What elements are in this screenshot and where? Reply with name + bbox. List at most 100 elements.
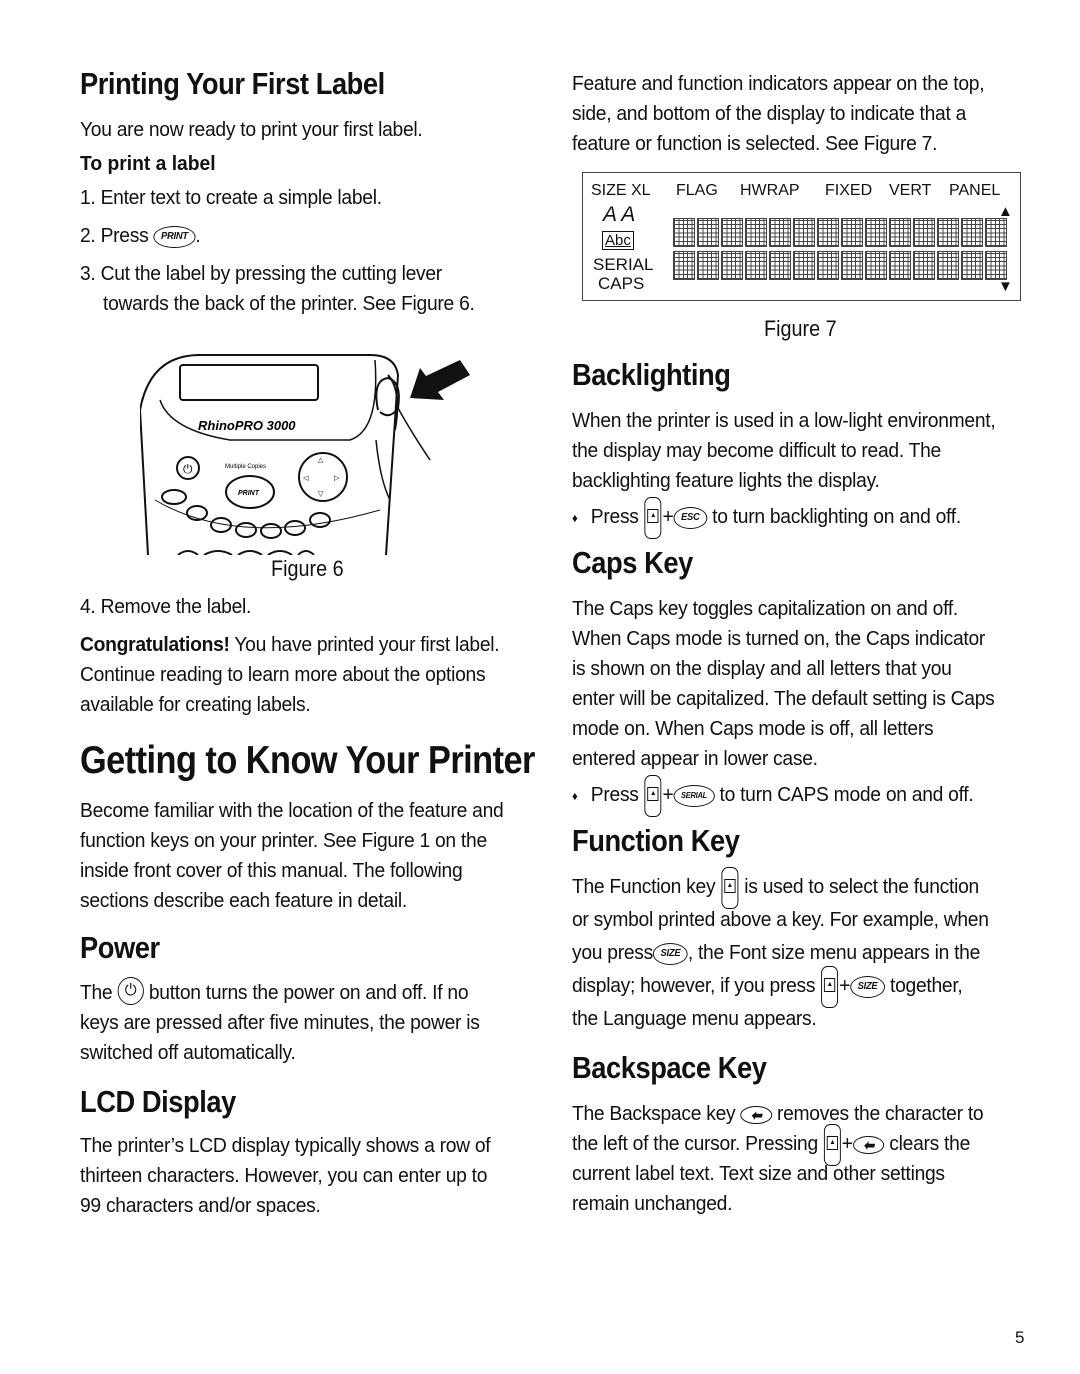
lcd-char-cell — [889, 251, 911, 280]
size-key-icon: SIZE — [850, 975, 885, 998]
lcd-indicator-panel: PANEL — [949, 182, 1001, 199]
lcd-char-cell — [961, 251, 983, 280]
backspace-line-3: current label text. Text size and other … — [572, 1162, 945, 1185]
caps-bullet-text: to turn CAPS mode on and off. — [719, 783, 974, 806]
function-key-heading: Function Key — [572, 823, 740, 858]
printing-heading: Printing Your First Label — [80, 66, 385, 101]
function-key-icon — [644, 496, 662, 539]
figure-6-caption: Figure 6 — [271, 556, 344, 581]
print-key-icon: PRINT — [153, 225, 196, 248]
backspace-line-1: The Backspace key ⬅ removes the characte… — [572, 1099, 984, 1129]
lcd-char-cell — [841, 218, 863, 247]
lcd-char-row-1 — [673, 218, 1007, 247]
power-line-2: keys are pressed after five minutes, the… — [80, 1011, 480, 1034]
caps-line-4: enter will be capitalized. The default s… — [572, 687, 995, 710]
scroll-down-arrow-icon: ▼ — [998, 278, 1013, 295]
lcd-indicator-flag: FLAG — [676, 182, 718, 199]
size-key-icon: SIZE — [653, 942, 688, 965]
step-2-period: . — [195, 224, 201, 247]
caps-line-5: mode on. When Caps mode is off, all lett… — [572, 717, 934, 740]
backspace-text-a: the left of the cursor. Pressing — [572, 1132, 818, 1155]
congrats-bold: Congratulations! — [80, 633, 230, 656]
figure-6-printer-illustration: RhinoPRO 3000 ⏻ Multiple Copies PRINT △ … — [140, 354, 470, 555]
getting-line-2: function keys on your printer. See Figur… — [80, 829, 487, 852]
lcd-indicator-size-xl: SIZE XL — [591, 182, 651, 199]
lcd-char-cell — [913, 251, 935, 280]
congrats-line-2: Continue reading to learn more about the… — [80, 663, 486, 686]
lcd-char-cell — [985, 251, 1007, 280]
indicators-line-3: feature or function is selected. See Fig… — [572, 132, 938, 155]
lcd-line-3: 99 characters and/or spaces. — [80, 1194, 321, 1217]
lcd-char-cell — [697, 218, 719, 247]
lcd-char-cell — [865, 251, 887, 280]
congrats-line-1: Congratulations! You have printed your f… — [80, 630, 500, 660]
lcd-display-heading: LCD Display — [80, 1084, 236, 1119]
nav-right: ▷ — [334, 475, 340, 482]
nav-left: ◁ — [303, 475, 309, 482]
function-text-a: you press — [572, 941, 654, 964]
lcd-char-cell — [769, 251, 791, 280]
lcd-char-cell — [985, 218, 1007, 247]
step-1: 1. Enter text to create a simple label. — [80, 186, 382, 209]
lcd-char-row-2 — [673, 251, 1007, 280]
function-text-b: , the Font size menu appears in the — [687, 941, 981, 964]
indicators-line-2: side, and bottom of the display to indic… — [572, 102, 967, 125]
page-number: 5 — [1015, 1328, 1025, 1347]
power-heading: Power — [80, 930, 160, 965]
backlighting-bullet-text: to turn backlighting on and off. — [712, 505, 961, 528]
step-2: 2. Press PRINT. — [80, 221, 201, 251]
lcd-char-cell — [793, 218, 815, 247]
power-line-3: switched off automatically. — [80, 1041, 296, 1064]
backlighting-heading: Backlighting — [572, 357, 731, 392]
lcd-char-cell — [697, 251, 719, 280]
step-2-text: 2. Press — [80, 224, 149, 247]
lcd-char-cell — [961, 218, 983, 247]
arrow-icon — [410, 360, 470, 400]
congrats-text: You have printed your first label. — [229, 633, 500, 656]
backspace-text-a: The Backspace key — [572, 1102, 736, 1125]
lcd-line-2: thirteen characters. However, you can en… — [80, 1164, 488, 1187]
bullet-diamond-icon: ♦ — [572, 788, 578, 803]
step-3-cont: towards the back of the printer. See Fig… — [103, 292, 475, 315]
lcd-char-cell — [817, 218, 839, 247]
function-text-a: The Function key — [572, 875, 716, 898]
lcd-char-cell — [889, 218, 911, 247]
step-4: 4. Remove the label. — [80, 595, 252, 618]
figure-7-lcd-display: SIZE XL FLAG HWRAP FIXED VERT PANEL A A … — [582, 172, 1021, 301]
function-line-3: you press SIZE, the Font size menu appear… — [572, 938, 980, 968]
caps-line-2: When Caps mode is turned on, the Caps in… — [572, 627, 986, 650]
power-text-b: button turns the power on and off. If no — [148, 981, 469, 1004]
lcd-char-cell — [937, 251, 959, 280]
bullet-diamond-icon: ♦ — [572, 510, 578, 525]
backlighting-line-3: backlighting feature lights the display. — [572, 469, 880, 492]
lcd-line-1: The printer’s LCD display typically show… — [80, 1134, 491, 1157]
getting-line-4: sections describe each feature in detail… — [80, 889, 407, 912]
function-text-b: is used to select the function — [744, 875, 979, 898]
lcd-char-cell — [793, 251, 815, 280]
backlighting-bullet: ♦Press +ESC to turn backlighting on and … — [572, 496, 961, 539]
lcd-indicator-caps: CAPS — [598, 274, 645, 293]
function-key-icon — [721, 866, 739, 909]
backspace-text-b: removes the character to — [776, 1102, 984, 1125]
caps-line-3: is shown on the display and all letters … — [572, 657, 952, 680]
function-line-1: The Function key is used to select the f… — [572, 866, 979, 909]
nav-down: ▽ — [318, 491, 324, 498]
esc-key-icon: ESC — [673, 506, 708, 529]
backlighting-line-1: When the printer is used in a low-light … — [572, 409, 996, 432]
power-text-a: The — [80, 981, 113, 1004]
function-text-b: together, — [889, 974, 963, 997]
function-line-5: the Language menu appears. — [572, 1007, 817, 1030]
function-text-a: display; however, if you press — [572, 974, 816, 997]
power-glyph: ⏻ — [183, 462, 193, 476]
caps-bullet: ♦Press +SERIAL to turn CAPS mode on and … — [572, 774, 974, 817]
getting-to-know-heading: Getting to Know Your Printer — [80, 739, 535, 782]
lcd-char-cell — [865, 218, 887, 247]
lcd-char-cell — [721, 251, 743, 280]
function-line-2: or symbol printed above a key. For examp… — [572, 908, 989, 931]
congrats-line-3: available for creating labels. — [80, 693, 311, 716]
caps-key-heading: Caps Key — [572, 545, 693, 580]
backspace-text-b: clears the — [889, 1132, 971, 1155]
lcd-indicator-hwrap: HWRAP — [740, 182, 800, 199]
multiple-copies-label: Multiple Copies — [225, 464, 266, 470]
lcd-char-cell — [721, 218, 743, 247]
